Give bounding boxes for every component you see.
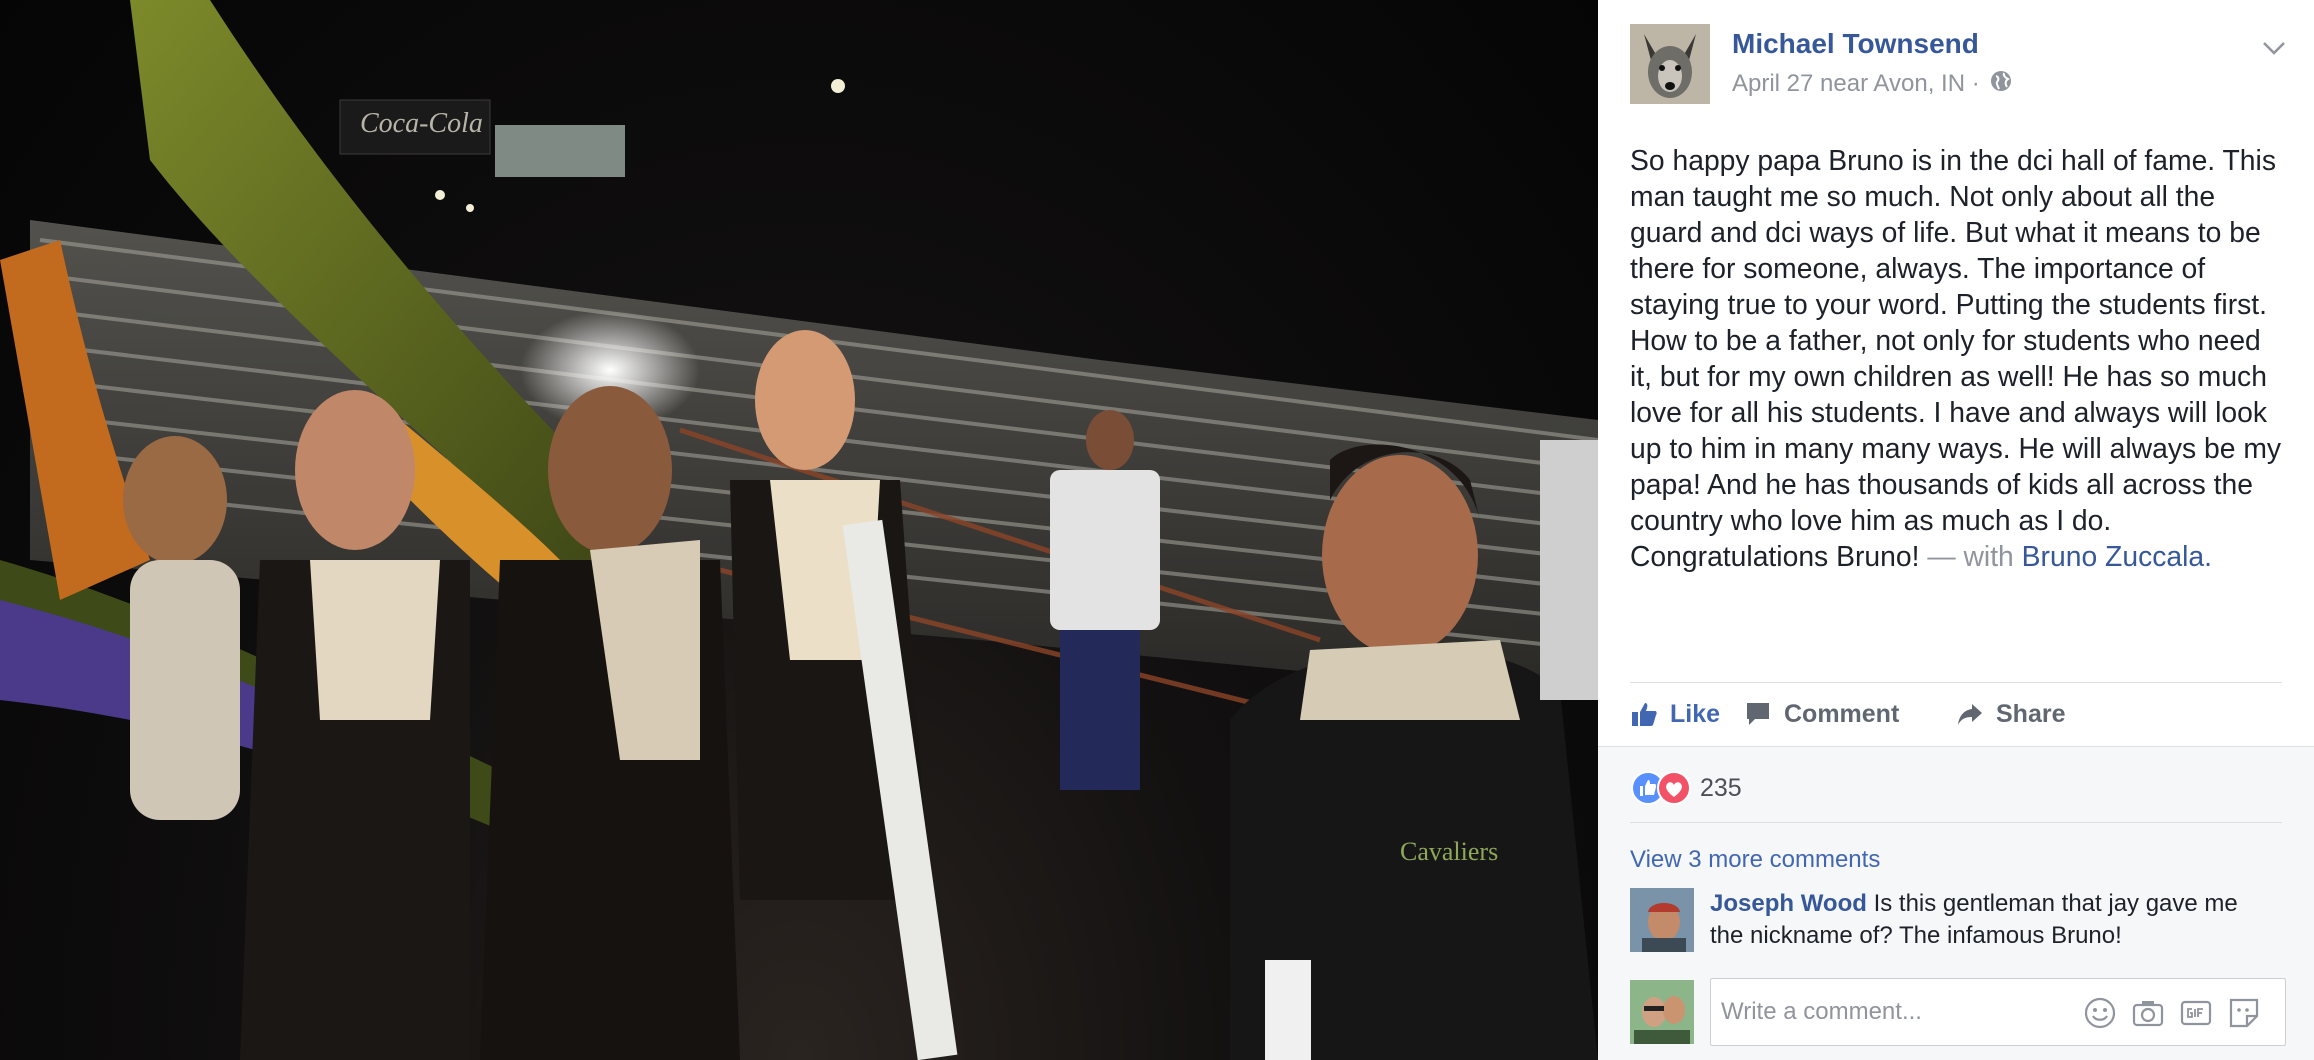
thumbs-up-icon <box>1632 703 1657 726</box>
comment-icon <box>1747 703 1769 725</box>
comment-body: Joseph Wood Is this gentleman that jay g… <box>1710 888 2270 952</box>
stadium-sign: Coca-Cola <box>339 99 625 177</box>
post-header: Michael Townsend April 27 near Avon, IN … <box>1630 24 2290 104</box>
post-panel: Michael Townsend April 27 near Avon, IN … <box>1598 0 2314 1060</box>
comment-input-box[interactable] <box>1710 978 2286 1046</box>
divider-reactions <box>1630 822 2282 823</box>
comment-label: Comment <box>1784 699 1900 728</box>
comment-input[interactable] <box>1719 993 2083 1031</box>
reaction-count: 235 <box>1700 773 1742 802</box>
share-icon <box>1958 704 1982 725</box>
reaction-icons <box>1631 771 1691 805</box>
camera-icon[interactable] <box>2131 996 2165 1030</box>
commenter-avatar[interactable] <box>1630 888 1694 952</box>
reactions-summary[interactable]: 235 <box>1630 770 1742 806</box>
post-body: So happy papa Bruno is in the dci hall o… <box>1630 142 2290 574</box>
comment-button[interactable]: Comment <box>1744 694 1899 734</box>
with-label: — with <box>1927 540 2014 572</box>
share-button[interactable]: Share <box>1956 694 2065 734</box>
emoji-icon[interactable] <box>2083 996 2117 1030</box>
sticker-icon[interactable] <box>2227 996 2261 1030</box>
commenter-avatar-image <box>1630 888 1694 952</box>
like-label: Like <box>1670 699 1721 728</box>
post-text: So happy papa Bruno is in the dci hall o… <box>1630 144 2282 572</box>
photo-scene: Coca-Cola Cavaliers <box>0 0 1598 1060</box>
dog-avatar-image <box>1630 24 1710 104</box>
comments-section: 235 View 3 more comments Joseph Wood Is … <box>1598 746 2314 1060</box>
svg-text:Cavaliers: Cavaliers <box>1400 837 1498 866</box>
current-user-avatar-image <box>1630 980 1694 1044</box>
post-actions: Like Comment Share <box>1630 694 2282 734</box>
post-date[interactable]: April 27 near Avon, IN <box>1732 70 1965 97</box>
view-more-comments-link[interactable]: View 3 more comments <box>1630 846 1880 874</box>
divider-top <box>1630 682 2282 683</box>
comment-composer <box>1630 978 2290 1046</box>
meta-separator: · <box>1971 70 1980 97</box>
svg-text:Coca-Cola: Coca-Cola <box>360 108 483 139</box>
commenter-name[interactable]: Joseph Wood <box>1710 890 1867 917</box>
divider-bottom <box>1598 746 2314 747</box>
post-photo[interactable]: Coca-Cola Cavaliers <box>0 0 1598 1060</box>
tagged-user-link[interactable]: Bruno Zuccala. <box>2022 540 2212 572</box>
gif-icon[interactable] <box>2179 996 2213 1030</box>
globe-icon[interactable] <box>1990 70 2012 99</box>
share-label: Share <box>1996 699 2066 728</box>
chevron-down-icon[interactable] <box>2258 32 2290 64</box>
like-button[interactable]: Like <box>1630 694 1720 734</box>
author-avatar[interactable] <box>1630 24 1710 104</box>
post-meta: April 27 near Avon, IN · <box>1732 70 2012 99</box>
author-name[interactable]: Michael Townsend <box>1732 28 1979 60</box>
current-user-avatar[interactable] <box>1630 980 1694 1044</box>
comment-item: Joseph Wood Is this gentleman that jay g… <box>1630 888 2290 958</box>
